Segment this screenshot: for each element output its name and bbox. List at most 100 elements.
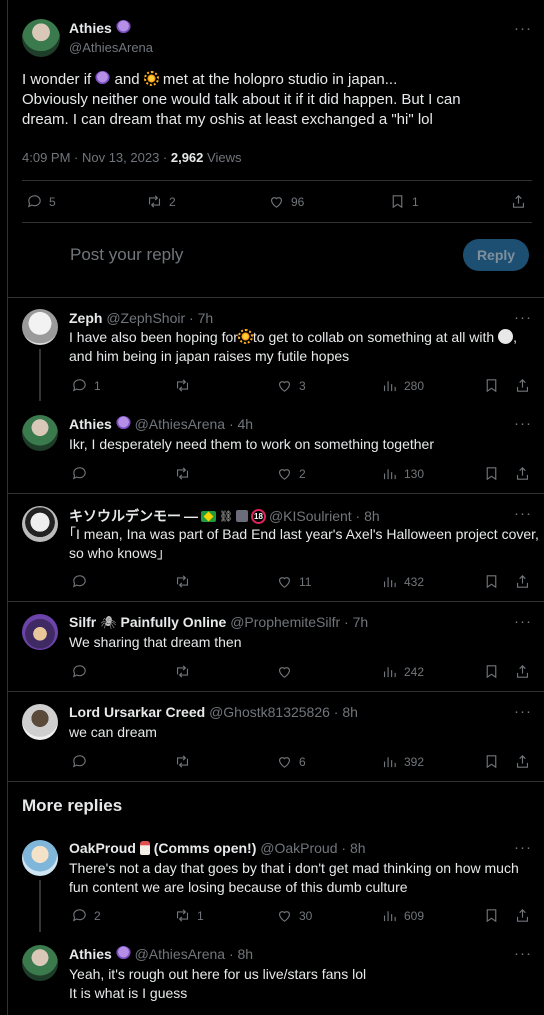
reply-icon	[72, 467, 86, 480]
reply-meta: @KISoulrient · 8h	[268, 508, 380, 524]
reply-author-name[interactable]: Athies	[69, 946, 112, 962]
like-button[interactable]: 6	[276, 753, 306, 770]
reply-meta: @OakProud · 8h	[260, 840, 366, 856]
octopus-emoji-icon	[115, 416, 131, 431]
repost-button[interactable]: 2	[146, 193, 176, 210]
reply-author-name[interactable]: OakProud	[69, 840, 136, 856]
share-button[interactable]	[514, 377, 531, 394]
repost-icon	[176, 755, 189, 768]
more-icon[interactable]: ···	[514, 416, 532, 431]
share-icon	[512, 195, 525, 208]
avatar[interactable]	[22, 309, 58, 345]
bookmark-button[interactable]	[483, 377, 500, 394]
octopus-emoji-icon	[115, 20, 131, 35]
more-icon[interactable]: ···	[514, 704, 532, 719]
bookmark-button[interactable]	[483, 465, 500, 482]
like-button[interactable]: 96	[268, 193, 304, 210]
reply-button[interactable]	[71, 465, 88, 482]
views-button[interactable]: 392	[381, 753, 424, 770]
bookmark-button[interactable]	[483, 573, 500, 590]
like-button[interactable]	[276, 663, 293, 680]
reply-author-name[interactable]: Athies	[69, 416, 112, 432]
repost-button[interactable]	[174, 753, 191, 770]
reply-submit-button[interactable]: Reply	[463, 239, 529, 271]
more-icon[interactable]: ···	[514, 21, 532, 36]
repost-icon	[176, 467, 189, 480]
share-button[interactable]	[514, 465, 531, 482]
reply-icon	[72, 909, 86, 922]
like-button[interactable]: 30	[276, 907, 312, 924]
avatar[interactable]	[22, 614, 58, 650]
repost-button[interactable]: 1	[174, 907, 204, 924]
more-icon[interactable]: ···	[514, 506, 532, 521]
octopus-emoji-icon	[95, 71, 111, 86]
share-button[interactable]	[514, 907, 531, 924]
reply-button[interactable]	[71, 663, 88, 680]
repost-button[interactable]	[174, 573, 191, 590]
share-icon	[516, 755, 529, 768]
reply-text: ｢I mean, Ina was part of Bad End last ye…	[69, 526, 539, 561]
avatar[interactable]	[22, 506, 58, 542]
repost-icon	[148, 195, 161, 208]
like-icon	[278, 381, 291, 392]
reply-icon	[27, 195, 41, 208]
main-author-name[interactable]: Athies	[69, 20, 112, 36]
more-icon[interactable]: ···	[514, 946, 532, 961]
views-button[interactable]: 432	[381, 573, 424, 590]
post-time[interactable]: 4:09 PM · Nov 13, 2023 ·	[22, 150, 171, 165]
reply-composer-input[interactable]: Post your reply	[70, 245, 183, 265]
reply-meta: @AthiesArena · 4h	[134, 416, 254, 432]
bookmark-button[interactable]	[483, 907, 500, 924]
bookmark-icon	[486, 755, 497, 769]
like-button[interactable]: 11	[276, 573, 311, 590]
like-button[interactable]: 3	[276, 377, 306, 394]
reply-author-name[interactable]: Zeph	[69, 310, 102, 326]
skull-emoji-icon	[498, 329, 514, 344]
reply-button[interactable]: 2	[71, 907, 101, 924]
repost-icon	[176, 575, 189, 588]
bookmark-button[interactable]: 1	[389, 193, 419, 210]
reply-author-name[interactable]: Lord Ursarkar Creed	[69, 704, 205, 720]
share-button[interactable]	[514, 573, 531, 590]
reply-header: キソウルデンモー — ⛓ 18 @KISoulrient · 8h	[69, 506, 380, 526]
repost-button[interactable]	[174, 377, 197, 394]
more-icon[interactable]: ···	[514, 840, 532, 855]
share-button[interactable]	[514, 663, 531, 680]
reply-button[interactable]: 1	[71, 377, 101, 394]
reply-author-name[interactable]: Silfr	[69, 614, 96, 630]
sun-emoji-icon	[143, 71, 159, 86]
reply-author-name-suffix: (Comms open!)	[153, 840, 257, 856]
repost-button[interactable]	[174, 663, 191, 680]
bookmark-icon	[392, 195, 403, 209]
reply-icon	[72, 665, 86, 678]
reply-header: Silfr 🕷 Painfully Online @ProphemiteSilf…	[69, 614, 368, 631]
share-button[interactable]	[510, 193, 527, 210]
views-button[interactable]: 280	[381, 377, 424, 394]
views-button[interactable]: 242	[381, 663, 424, 680]
views-button[interactable]: 130	[381, 465, 424, 482]
views-count: 2,962	[170, 150, 204, 165]
more-icon[interactable]: ···	[514, 310, 532, 325]
like-button[interactable]: 2	[276, 465, 306, 482]
avatar[interactable]	[22, 704, 58, 740]
views-button[interactable]: 609	[381, 907, 424, 924]
reply-author-name[interactable]: キソウルデンモー	[69, 506, 181, 526]
reply-button[interactable]	[71, 753, 88, 770]
main-author-handle[interactable]: @AthiesArena	[69, 40, 153, 55]
spider-emoji-icon: 🕷	[100, 615, 117, 630]
bookmark-button[interactable]	[483, 753, 500, 770]
divider	[8, 297, 544, 298]
avatar[interactable]	[22, 415, 58, 451]
like-icon	[278, 469, 291, 480]
share-button[interactable]	[514, 753, 531, 770]
repost-button[interactable]	[174, 465, 191, 482]
bookmark-button[interactable]	[483, 663, 500, 680]
reply-button[interactable]	[71, 573, 88, 590]
divider	[22, 222, 532, 223]
main-author-avatar[interactable]	[22, 19, 60, 57]
divider	[8, 601, 544, 602]
reply-button[interactable]: 5	[26, 193, 56, 210]
avatar[interactable]	[22, 945, 58, 981]
more-icon[interactable]: ···	[514, 614, 532, 629]
avatar[interactable]	[22, 840, 58, 876]
